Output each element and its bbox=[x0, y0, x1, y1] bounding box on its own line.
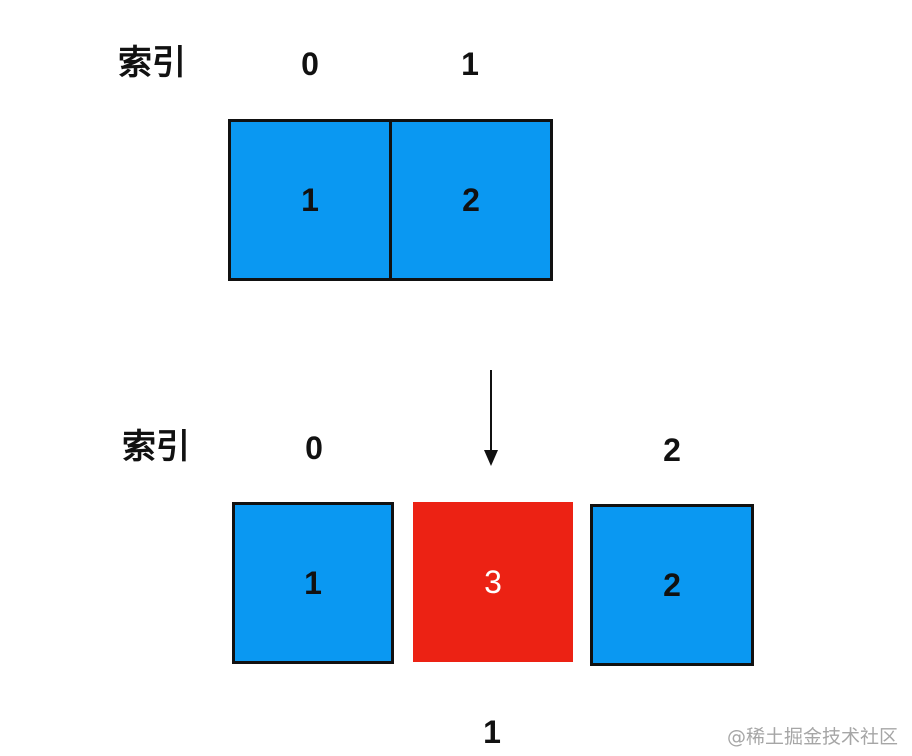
index-0-top: 0 bbox=[301, 46, 319, 82]
down-arrow-icon bbox=[484, 370, 498, 466]
index-0-bottom: 0 bbox=[305, 430, 323, 466]
cell-value: 1 bbox=[301, 181, 319, 218]
index-2-bottom: 2 bbox=[663, 432, 681, 468]
index-1-bottom: 1 bbox=[483, 714, 501, 750]
array-cell-2-after: 2 bbox=[590, 504, 754, 666]
array-cell-1-before: 2 bbox=[389, 119, 553, 281]
watermark: @稀土掘金技术社区 bbox=[726, 726, 898, 748]
cell-value: 2 bbox=[663, 566, 681, 603]
index-label-top: 索引 bbox=[118, 43, 186, 83]
cell-value: 1 bbox=[304, 564, 322, 601]
inserted-cell: 3 bbox=[413, 502, 573, 662]
index-label-bottom: 索引 bbox=[122, 427, 190, 467]
array-cell-0-after: 1 bbox=[232, 502, 394, 664]
cell-value: 3 bbox=[484, 563, 502, 600]
index-1-top: 1 bbox=[461, 46, 479, 82]
cell-value: 2 bbox=[462, 181, 480, 218]
array-cell-0-before: 1 bbox=[228, 119, 392, 281]
